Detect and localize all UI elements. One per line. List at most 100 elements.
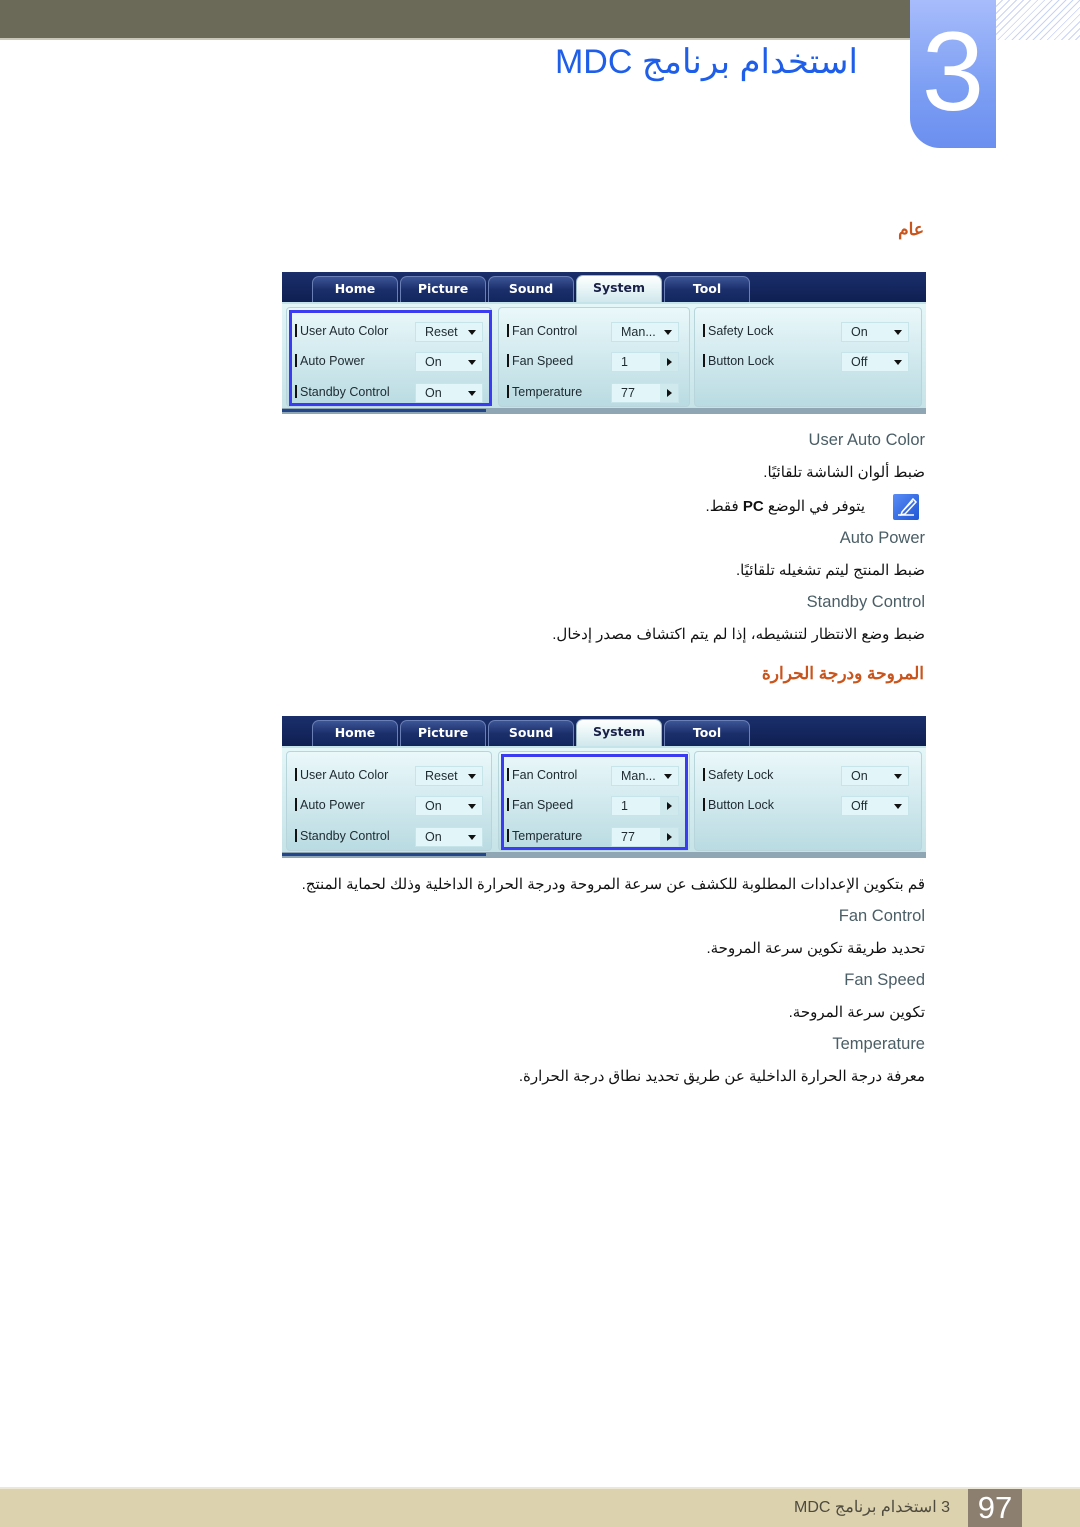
section-heading-general: عام xyxy=(898,220,924,239)
setting-row: Fan Speed 1 xyxy=(499,352,689,374)
dropdown-value: On xyxy=(851,769,868,783)
button-lock-dropdown[interactable]: Off xyxy=(841,352,909,372)
tab-sound[interactable]: Sound xyxy=(488,720,574,746)
fan-intro-text: قم بتكوين الإعدادات المطلوبة للكشف عن سر… xyxy=(301,876,925,893)
panel-bottom-line xyxy=(282,408,926,414)
user-auto-color-dropdown[interactable]: Reset xyxy=(415,766,483,786)
tab-system[interactable]: System xyxy=(576,719,662,747)
setting-row: Safety Lock On xyxy=(695,322,921,344)
desc-fan-speed: تكوين سرعة المروحة. xyxy=(788,1004,925,1021)
button-lock-dropdown[interactable]: Off xyxy=(841,796,909,816)
chevron-down-icon xyxy=(894,774,902,779)
setting-label: User Auto Color xyxy=(295,768,388,782)
setting-label: Temperature xyxy=(507,385,582,399)
note-text-before: يتوفر في الوضع xyxy=(763,498,865,515)
lock-settings-group: Safety Lock On Button Lock Off xyxy=(694,307,922,407)
fan-control-dropdown[interactable]: Man... xyxy=(611,322,679,342)
standby-control-dropdown[interactable]: On xyxy=(415,827,483,847)
footer-chapter-text: 3 استخدام برنامج MDC xyxy=(794,1499,950,1516)
setting-label: Button Lock xyxy=(703,354,774,368)
tab-strip: Home Picture Sound System Tool xyxy=(282,716,926,747)
safety-lock-dropdown[interactable]: On xyxy=(841,322,909,342)
panel-body: User Auto Color Reset Auto Power On Stan… xyxy=(282,746,926,852)
chevron-down-icon xyxy=(894,330,902,335)
setting-label: Button Lock xyxy=(703,798,774,812)
chapter-title: استخدام برنامج MDC xyxy=(554,43,858,81)
stepper-value: 77 xyxy=(621,386,635,400)
display-settings-group: User Auto Color Reset Auto Power On Stan… xyxy=(286,751,492,851)
setting-row: Safety Lock On xyxy=(695,766,921,788)
panel-body: User Auto Color Reset Auto Power On Stan… xyxy=(282,302,926,408)
chevron-down-icon xyxy=(664,330,672,335)
term-auto-power: Auto Power xyxy=(839,529,925,547)
setting-row: Temperature 77 xyxy=(499,383,689,405)
dropdown-value: On xyxy=(425,830,442,844)
desc-auto-power: ضبط المنتج ليتم تشغيله تلقائيًا. xyxy=(736,562,925,579)
auto-power-dropdown[interactable]: On xyxy=(415,796,483,816)
note-text-after: فقط. xyxy=(705,498,743,515)
tab-picture[interactable]: Picture xyxy=(400,720,486,746)
term-fan-control: Fan Control xyxy=(838,907,925,925)
tab-picture[interactable]: Picture xyxy=(400,276,486,302)
tab-sound[interactable]: Sound xyxy=(488,276,574,302)
arrow-right-icon[interactable] xyxy=(660,384,678,402)
desc-standby-control: ضبط وضع الانتظار لتنشيطه، إذا لم يتم اكت… xyxy=(552,626,925,643)
header-bar xyxy=(0,0,910,38)
tab-home[interactable]: Home xyxy=(312,720,398,746)
desc-fan-control: تحديد طريقة تكوين سرعة المروحة. xyxy=(706,940,925,957)
page-number: 97 xyxy=(968,1489,1022,1527)
desc-temperature: معرفة درجة الحرارة الداخلية عن طريق تحدي… xyxy=(518,1068,925,1085)
chevron-down-icon xyxy=(468,804,476,809)
section-heading-fan-temperature: المروحة ودرجة الحرارة xyxy=(761,664,924,683)
arrow-right-icon[interactable] xyxy=(660,353,678,371)
setting-label: Standby Control xyxy=(295,829,390,843)
chevron-down-icon xyxy=(894,804,902,809)
note-text: يتوفر في الوضع PC فقط. xyxy=(706,497,865,515)
setting-row: Button Lock Off xyxy=(695,352,921,374)
safety-lock-dropdown[interactable]: On xyxy=(841,766,909,786)
panel-scroll-indicator xyxy=(282,409,486,412)
temperature-stepper[interactable]: 77 xyxy=(611,383,679,403)
chapter-tab: 3 xyxy=(910,0,996,148)
setting-row: Standby Control On xyxy=(287,827,491,849)
highlight-box-fan-group xyxy=(501,754,688,850)
term-temperature: Temperature xyxy=(832,1035,925,1053)
fan-settings-group: Fan Control Man... Fan Speed 1 Temperatu… xyxy=(498,307,690,407)
note-pencil-icon xyxy=(893,494,919,520)
chevron-down-icon xyxy=(894,360,902,365)
tab-system[interactable]: System xyxy=(576,275,662,303)
mdc-system-panel-2: Home Picture Sound System Tool User Auto… xyxy=(282,716,926,858)
tab-home[interactable]: Home xyxy=(312,276,398,302)
setting-row: User Auto Color Reset xyxy=(287,766,491,788)
term-standby-control: Standby Control xyxy=(806,593,925,611)
fan-speed-stepper[interactable]: 1 xyxy=(611,352,679,372)
highlight-box-display-group xyxy=(289,310,492,406)
setting-label: Safety Lock xyxy=(703,768,773,782)
dropdown-value: Off xyxy=(851,799,868,813)
desc-user-auto-color: ضبط ألوان الشاشة تلقائيًا. xyxy=(763,464,925,481)
header-hatch-decoration xyxy=(996,0,1080,40)
tab-tool[interactable]: Tool xyxy=(664,276,750,302)
dropdown-value: On xyxy=(851,325,868,339)
setting-row: Button Lock Off xyxy=(695,796,921,818)
mdc-system-panel-1: Home Picture Sound System Tool User Auto… xyxy=(282,272,926,414)
dropdown-value: On xyxy=(425,799,442,813)
chevron-down-icon xyxy=(468,774,476,779)
header-divider xyxy=(0,38,910,40)
setting-label: Safety Lock xyxy=(703,324,773,338)
setting-label: Fan Control xyxy=(507,324,577,338)
chapter-number: 3 xyxy=(921,9,985,134)
dropdown-value: Man... xyxy=(621,325,656,339)
tab-tool[interactable]: Tool xyxy=(664,720,750,746)
setting-label: Fan Speed xyxy=(507,354,573,368)
setting-row: Fan Control Man... xyxy=(499,322,689,344)
dropdown-value: Off xyxy=(851,355,868,369)
tab-strip: Home Picture Sound System Tool xyxy=(282,272,926,303)
lock-settings-group: Safety Lock On Button Lock Off xyxy=(694,751,922,851)
dropdown-value: Reset xyxy=(425,769,458,783)
stepper-value: 1 xyxy=(621,355,628,369)
term-fan-speed: Fan Speed xyxy=(844,971,925,989)
chevron-down-icon xyxy=(468,835,476,840)
panel-bottom-line xyxy=(282,852,926,858)
setting-label: Auto Power xyxy=(295,798,365,812)
